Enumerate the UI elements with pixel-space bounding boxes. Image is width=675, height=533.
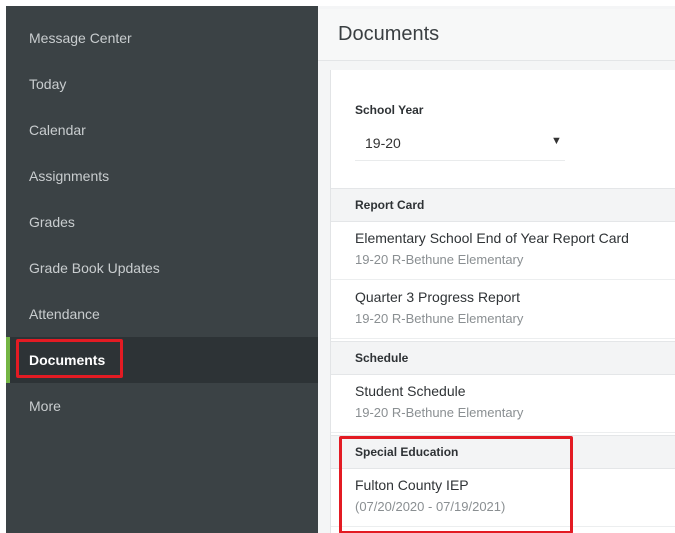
- sidebar: Message Center Today Calendar Assignment…: [6, 6, 318, 533]
- document-row-quarter-3-progress-report[interactable]: Quarter 3 Progress Report 19-20 R-Bethun…: [331, 281, 675, 339]
- caret-down-icon: ▼: [551, 135, 562, 147]
- document-subtitle: 19-20 R-Bethune Elementary: [355, 252, 524, 267]
- highlight-box-documents: [16, 339, 123, 378]
- sidebar-item-label: Grades: [29, 214, 75, 230]
- document-row-student-schedule[interactable]: Student Schedule 19-20 R-Bethune Element…: [331, 375, 675, 433]
- section-header-report-card: Report Card: [331, 188, 675, 222]
- document-title: Quarter 3 Progress Report: [355, 289, 520, 305]
- sidebar-item-label: Calendar: [29, 122, 86, 138]
- sidebar-item-more[interactable]: More: [6, 383, 318, 429]
- document-subtitle: 19-20 R-Bethune Elementary: [355, 311, 524, 326]
- sidebar-item-label: Message Center: [29, 30, 132, 46]
- sidebar-item-calendar[interactable]: Calendar: [6, 107, 318, 153]
- page-title: Documents: [338, 23, 440, 45]
- sidebar-item-assignments[interactable]: Assignments: [6, 153, 318, 199]
- school-year-select[interactable]: 19-20 ▼: [355, 125, 565, 161]
- document-title: Elementary School End of Year Report Car…: [355, 230, 629, 246]
- document-title: Student Schedule: [355, 383, 466, 399]
- school-year-value: 19-20: [365, 134, 401, 151]
- document-subtitle: 19-20 R-Bethune Elementary: [355, 405, 524, 420]
- highlight-box-special-education: [339, 436, 573, 533]
- sidebar-item-today[interactable]: Today: [6, 61, 318, 107]
- sidebar-item-label: Today: [29, 76, 67, 92]
- school-year-label: School Year: [355, 103, 424, 117]
- sidebar-item-label: Grade Book Updates: [29, 260, 160, 276]
- section-header-schedule: Schedule: [331, 341, 675, 375]
- document-row-end-of-year-report-card[interactable]: Elementary School End of Year Report Car…: [331, 222, 675, 280]
- page-header: Documents: [318, 9, 675, 61]
- sidebar-item-label: Assignments: [29, 168, 110, 184]
- app-window: Message Center Today Calendar Assignment…: [6, 6, 675, 533]
- sidebar-item-label: Attendance: [29, 306, 100, 322]
- sidebar-item-grades[interactable]: Grades: [6, 199, 318, 245]
- sidebar-item-attendance[interactable]: Attendance: [6, 291, 318, 337]
- sidebar-item-message-center[interactable]: Message Center: [6, 15, 318, 61]
- sidebar-item-grade-book-updates[interactable]: Grade Book Updates: [6, 245, 318, 291]
- sidebar-item-label: More: [29, 398, 61, 414]
